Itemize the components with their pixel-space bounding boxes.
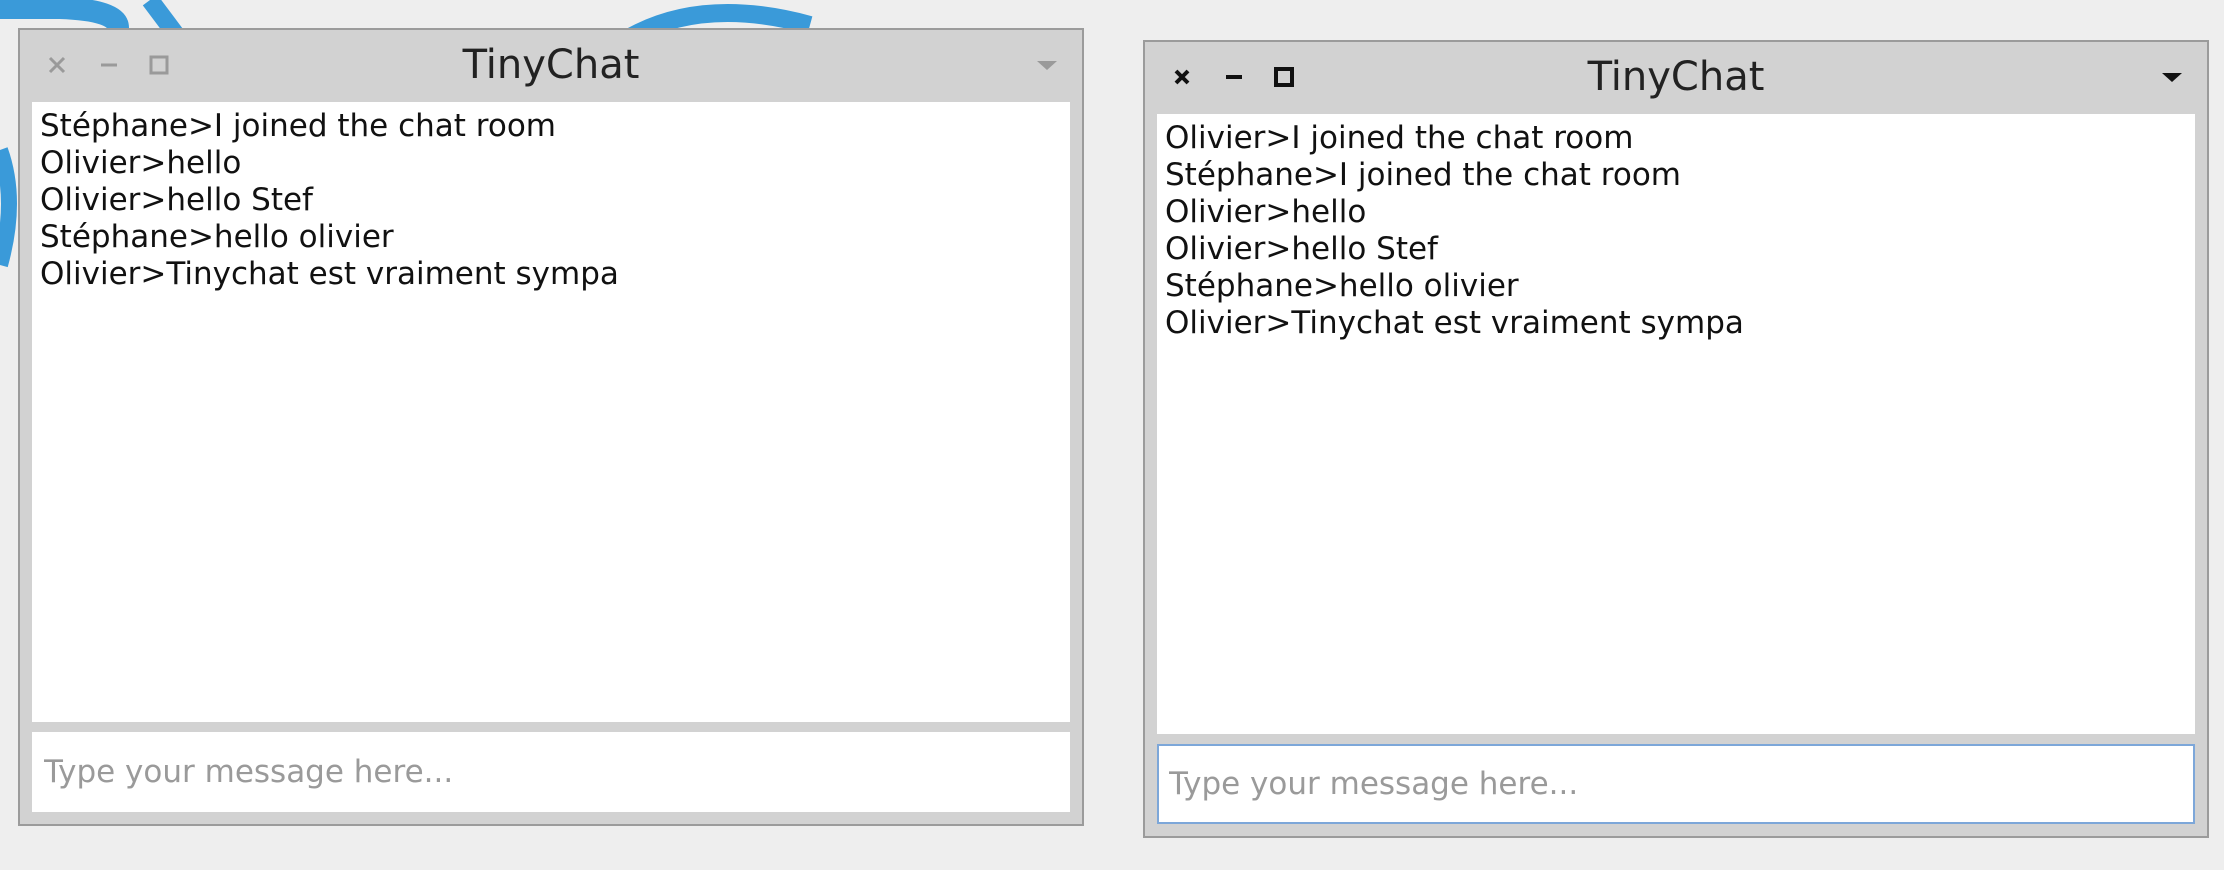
window-titlebar[interactable]: TinyChat <box>20 30 1082 100</box>
message-item: Olivier>Tinychat est vraiment sympa <box>40 256 619 292</box>
chat-window-right[interactable]: TinyChat Olivier>I joined the chat room … <box>1143 40 2209 838</box>
message-input[interactable] <box>1157 744 2195 824</box>
message-item: Stéphane>hello olivier <box>40 219 394 255</box>
window-title: TinyChat <box>462 42 640 88</box>
message-list[interactable]: Stéphane>I joined the chat room Olivier>… <box>32 102 1070 722</box>
message-item: Olivier>hello <box>1165 194 1367 230</box>
message-item: Stéphane>hello olivier <box>1165 268 1519 304</box>
message-item: Olivier>hello Stef <box>40 182 313 218</box>
message-item: Stéphane>I joined the chat room <box>40 108 556 144</box>
message-item: Olivier>I joined the chat room <box>1165 120 1634 156</box>
message-item: Olivier>Tinychat est vraiment sympa <box>1165 305 1744 341</box>
message-item: Olivier>hello <box>40 145 242 181</box>
window-title: TinyChat <box>1587 54 1765 100</box>
window-titlebar[interactable]: TinyChat <box>1145 42 2207 112</box>
message-input[interactable] <box>32 732 1070 812</box>
message-list[interactable]: Olivier>I joined the chat room Stéphane>… <box>1157 114 2195 734</box>
chat-window-left[interactable]: TinyChat Stéphane>I joined the chat room… <box>18 28 1084 826</box>
chevron-down-icon[interactable] <box>1032 50 1062 80</box>
message-item: Olivier>hello Stef <box>1165 231 1438 267</box>
message-item: Stéphane>I joined the chat room <box>1165 157 1681 193</box>
chevron-down-icon[interactable] <box>2157 62 2187 92</box>
